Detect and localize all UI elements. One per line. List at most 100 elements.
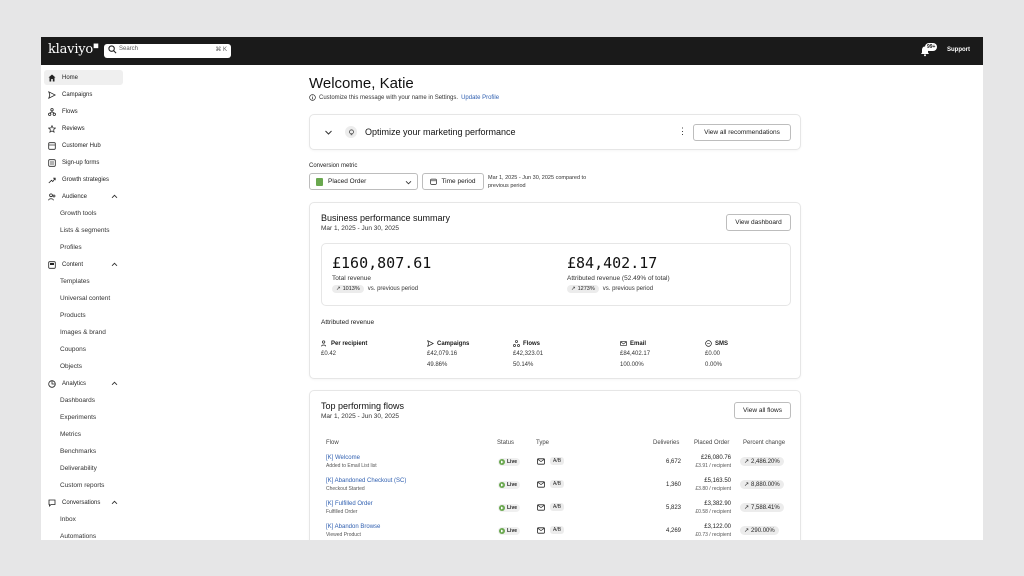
business-performance-card: Business performance summary Mar 1, 2025…: [309, 202, 801, 379]
chevron-down-icon[interactable]: [324, 128, 333, 137]
sidebar-item-benchmarks[interactable]: Benchmarks: [44, 444, 123, 459]
flow-name-link[interactable]: [K] Abandon Browse: [326, 524, 380, 530]
sidebar-item-growth-strategies[interactable]: Growth strategies: [44, 172, 123, 187]
sidebar-item-dashboards[interactable]: Dashboards: [44, 393, 123, 408]
sidebar-item-content[interactable]: Content: [44, 257, 123, 272]
sidebar-item-products[interactable]: Products: [44, 308, 123, 323]
flow-trigger: Checkout Started: [326, 486, 365, 492]
time-period-button[interactable]: Time period: [422, 173, 484, 190]
sidebar-item-profiles[interactable]: Profiles: [44, 240, 123, 255]
chat-icon: [47, 498, 57, 508]
trend-up-icon: ↗: [571, 286, 576, 292]
sidebar-item-custom-reports[interactable]: Custom reports: [44, 478, 123, 493]
flow-trigger: Fulfilled Order: [326, 509, 358, 515]
total-revenue-value: £160,807.61: [332, 254, 432, 272]
sidebar-item-reviews[interactable]: Reviews: [44, 121, 123, 136]
email-icon: [537, 458, 545, 465]
sidebar-item-images-brand[interactable]: Images & brand: [44, 325, 123, 340]
klaviyo-logo[interactable]: klaviyo■: [48, 42, 99, 57]
col-header-percent-change[interactable]: Percent change: [743, 440, 785, 446]
email-icon: [537, 481, 545, 488]
chevron-down-icon: [405, 180, 412, 185]
form-icon: [47, 158, 57, 168]
lightbulb-icon: [345, 126, 357, 138]
chevron-up-icon[interactable]: [111, 499, 118, 506]
send-icon: [427, 340, 434, 347]
sidebar-item-growth-tools[interactable]: Growth tools: [44, 206, 123, 221]
more-options-icon[interactable]: ⋮: [678, 126, 687, 137]
sidebar-item-coupons[interactable]: Coupons: [44, 342, 123, 357]
sidebar-item-flows[interactable]: Flows: [44, 104, 123, 119]
sidebar-item-inbox[interactable]: Inbox: [44, 512, 123, 527]
percent-change-badge: ↗ 2,486.20%: [740, 457, 784, 466]
search-input[interactable]: Search ⌘ K: [104, 44, 231, 58]
status-badge: Live: [498, 527, 521, 535]
sidebar-item-experiments[interactable]: Experiments: [44, 410, 123, 425]
analytics-icon: [47, 379, 57, 389]
deliveries: 5,823: [665, 505, 681, 511]
flow-name-link[interactable]: [K] Abandoned Checkout (SC): [326, 478, 406, 484]
chevron-up-icon[interactable]: [111, 380, 118, 387]
sidebar-item-lists-segments[interactable]: Lists & segments: [44, 223, 123, 238]
sidebar-item-deliverability[interactable]: Deliverability: [44, 461, 123, 476]
per-recipient: £3.80 / recipient: [695, 486, 731, 492]
calendar-icon: [430, 178, 438, 185]
chevron-up-icon[interactable]: [111, 261, 118, 268]
col-header-type[interactable]: Type: [536, 440, 549, 446]
date-range-note: Mar 1, 2025 - Jun 30, 2025 compared to p…: [488, 175, 587, 189]
sidebar-item-audience[interactable]: Audience: [44, 189, 123, 204]
col-header-deliveries[interactable]: Deliveries: [653, 440, 679, 446]
col-header-placed-order[interactable]: Placed Order: [694, 440, 729, 446]
sidebar-item-automations[interactable]: Automations: [44, 529, 123, 540]
attr-col-campaigns: Campaigns: [427, 340, 469, 347]
search-icon: [108, 45, 117, 54]
deliveries: 4,269: [665, 528, 681, 534]
attr-col-email: Email: [620, 340, 646, 347]
col-header-flow[interactable]: Flow: [326, 440, 339, 446]
sidebar-item-universal-content[interactable]: Universal content: [44, 291, 123, 306]
trend-up-icon: ↗: [336, 286, 341, 292]
sidebar-item-templates[interactable]: Templates: [44, 274, 123, 289]
support-link[interactable]: Support: [947, 47, 970, 53]
email-icon: [537, 504, 545, 511]
conversion-metric-select[interactable]: Placed Order: [309, 173, 418, 190]
placed-order-value: £26,080.76: [700, 455, 731, 461]
sidebar-item-analytics[interactable]: Analytics: [44, 376, 123, 391]
status-badge: Live: [498, 458, 521, 466]
attributed-revenue-label: Attributed revenue (52.49% of total): [567, 275, 670, 282]
placed-order-value: £3,382.90: [704, 501, 731, 507]
flow-name-link[interactable]: [K] Welcome: [326, 455, 360, 461]
flows-icon: [47, 107, 57, 117]
attr-col-sms: SMS: [705, 340, 728, 347]
col-header-status[interactable]: Status: [497, 440, 514, 446]
sidebar-item-metrics[interactable]: Metrics: [44, 427, 123, 442]
flow-trigger: Added to Email List list: [326, 463, 377, 469]
sidebar-item-customer-hub[interactable]: Customer Hub: [44, 138, 123, 153]
people-icon: [47, 192, 57, 202]
optimize-card: Optimize your marketing performance ⋮ Vi…: [309, 114, 801, 150]
view-all-recommendations-button[interactable]: View all recommendations: [693, 124, 791, 141]
recipient-icon: [321, 340, 327, 347]
sidebar-item-campaigns[interactable]: Campaigns: [44, 87, 123, 102]
shopify-icon: [316, 177, 323, 186]
play-icon: [499, 528, 505, 534]
attributed-section-title: Attributed revenue: [321, 319, 375, 326]
trend-up-icon: ↗: [744, 482, 750, 488]
sidebar-item-conversations[interactable]: Conversations: [44, 495, 123, 510]
update-profile-link[interactable]: Update Profile: [461, 95, 499, 101]
attributed-change-badge: ↗ 1273%: [567, 285, 599, 293]
sidebar-item-home[interactable]: Home: [44, 70, 123, 85]
sidebar-item-objects[interactable]: Objects: [44, 359, 123, 374]
ab-badge: A/B: [550, 480, 565, 488]
chevron-up-icon[interactable]: [111, 193, 118, 200]
flows-title: Top performing flows: [321, 401, 405, 411]
flow-name-link[interactable]: [K] Fulfilled Order: [326, 501, 373, 507]
view-all-flows-button[interactable]: View all flows: [734, 402, 791, 419]
business-date-range: Mar 1, 2025 - Jun 30, 2025: [321, 225, 400, 232]
flows-icon: [513, 340, 520, 347]
play-icon: [499, 459, 505, 465]
view-dashboard-button[interactable]: View dashboard: [726, 214, 791, 231]
placed-order-value: £3,122.00: [704, 524, 731, 530]
sidebar-item-signup-forms[interactable]: Sign-up forms: [44, 155, 123, 170]
flows-date-range: Mar 1, 2025 - Jun 30, 2025: [321, 413, 400, 420]
